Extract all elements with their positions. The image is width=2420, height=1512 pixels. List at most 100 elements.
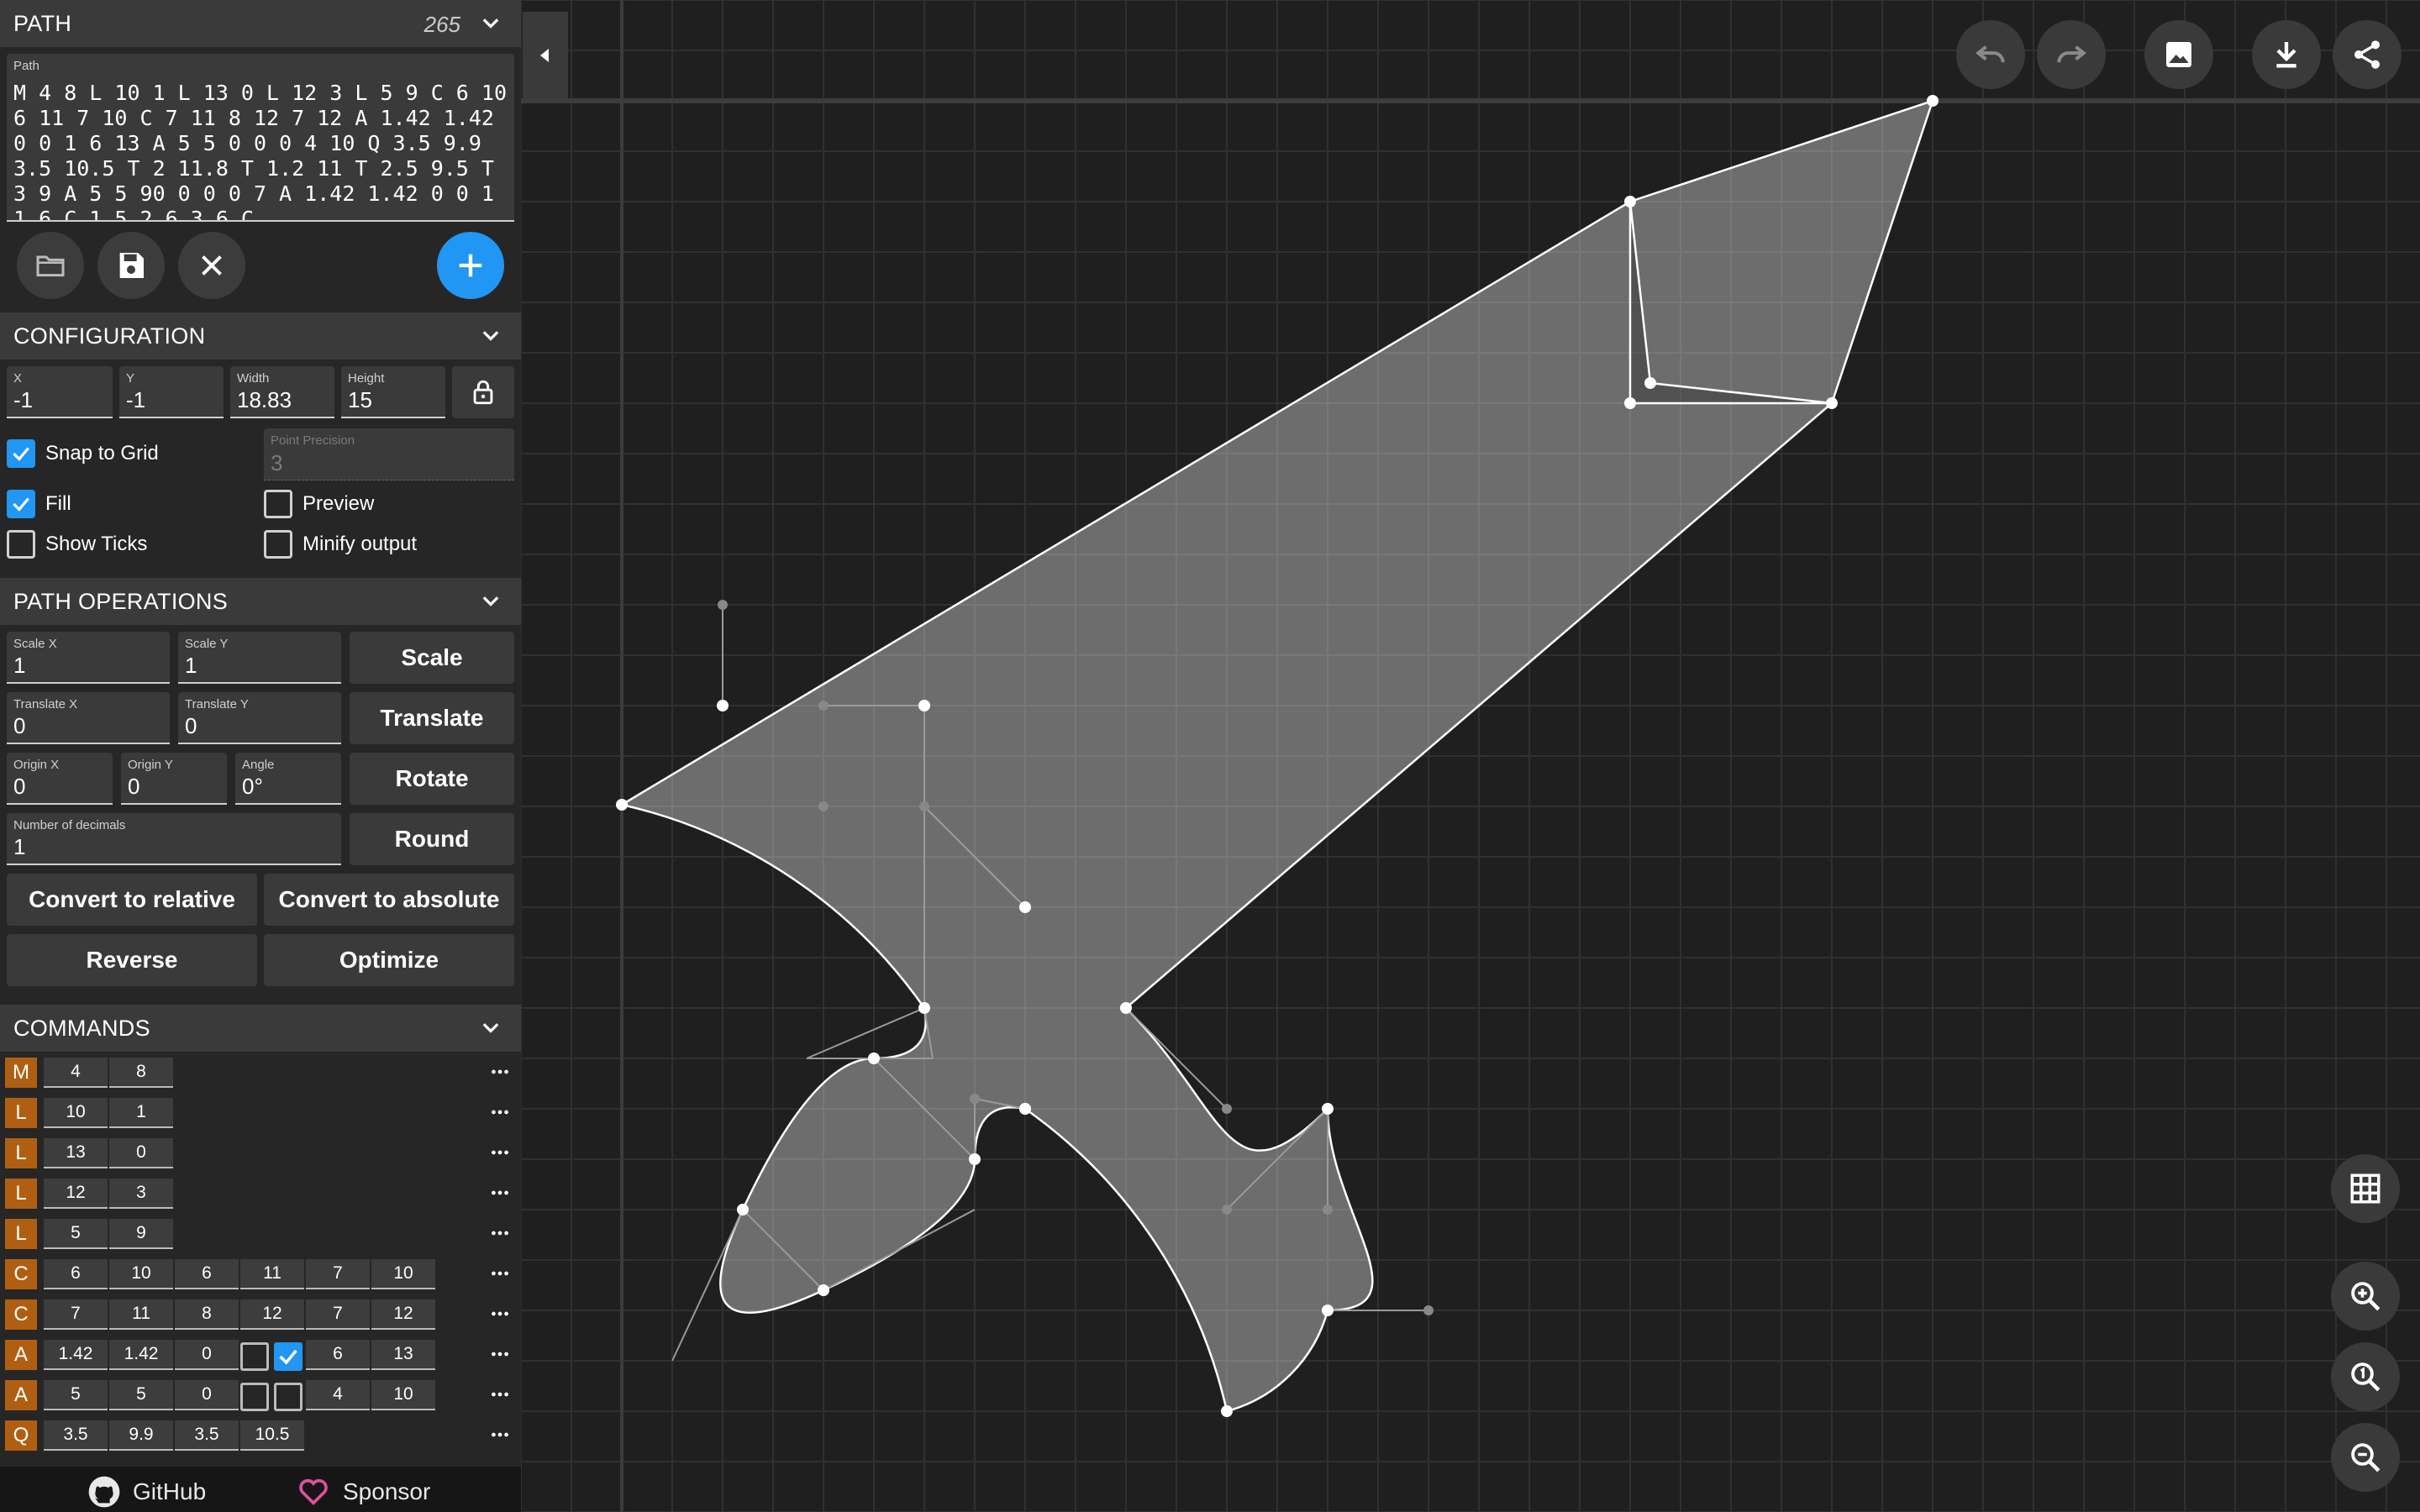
toggle-grid-button[interactable] bbox=[2331, 1154, 2400, 1223]
command-value[interactable]: 8 bbox=[109, 1058, 173, 1088]
command-value[interactable]: 3 bbox=[109, 1179, 173, 1209]
more-options-icon[interactable] bbox=[489, 1423, 511, 1446]
command-value[interactable]: 13 bbox=[371, 1340, 435, 1370]
aspect-lock-button[interactable] bbox=[452, 366, 514, 418]
command-row[interactable]: C 6 10 6 11 7 10 bbox=[5, 1257, 516, 1290]
zoom-out-button[interactable] bbox=[2331, 1423, 2400, 1492]
command-value[interactable]: 8 bbox=[175, 1299, 239, 1330]
snap-to-grid-checkbox[interactable] bbox=[7, 439, 35, 468]
convert-relative-button[interactable]: Convert to relative bbox=[7, 874, 257, 926]
scale-x-field[interactable]: Scale X 1 bbox=[7, 632, 170, 684]
path-section-header[interactable]: PATH 265 bbox=[0, 0, 521, 47]
share-button[interactable] bbox=[2333, 20, 2402, 89]
command-value[interactable]: 1 bbox=[109, 1098, 173, 1128]
width-field-value[interactable]: 18.83 bbox=[237, 387, 292, 413]
command-value[interactable]: 10 bbox=[44, 1098, 108, 1128]
more-options-icon[interactable] bbox=[489, 1100, 511, 1124]
command-value[interactable]: 5 bbox=[109, 1380, 173, 1410]
command-type[interactable]: C bbox=[5, 1259, 37, 1289]
command-value[interactable]: 7 bbox=[306, 1299, 370, 1330]
more-options-icon[interactable] bbox=[489, 1262, 511, 1285]
operations-section-header[interactable]: PATH OPERATIONS bbox=[0, 578, 521, 625]
scale-x-value[interactable]: 1 bbox=[13, 653, 25, 679]
more-options-icon[interactable] bbox=[489, 1383, 511, 1406]
command-type[interactable]: A bbox=[5, 1380, 37, 1410]
command-type[interactable]: L bbox=[5, 1179, 37, 1209]
editor-canvas[interactable] bbox=[521, 0, 2420, 1512]
save-button[interactable] bbox=[97, 232, 165, 299]
reverse-button[interactable]: Reverse bbox=[7, 934, 257, 986]
optimize-button[interactable]: Optimize bbox=[264, 934, 514, 986]
command-value[interactable]: 6 bbox=[175, 1259, 239, 1289]
command-value[interactable]: 1.42 bbox=[44, 1340, 108, 1370]
background-image-button[interactable] bbox=[2144, 20, 2213, 89]
command-row[interactable]: C 7 11 8 12 7 12 bbox=[5, 1297, 516, 1331]
command-value[interactable]: 10 bbox=[109, 1259, 173, 1289]
height-field-value[interactable]: 15 bbox=[348, 387, 372, 413]
undo-button[interactable] bbox=[1956, 20, 2025, 89]
height-field[interactable]: Height 15 bbox=[341, 366, 445, 418]
command-value[interactable]: 12 bbox=[240, 1299, 304, 1330]
command-type[interactable]: A bbox=[5, 1340, 37, 1370]
command-value[interactable]: 5 bbox=[44, 1219, 108, 1249]
sweep-flag-checkbox[interactable] bbox=[274, 1342, 302, 1371]
translate-x-field[interactable]: Translate X 0 bbox=[7, 692, 170, 744]
show-ticks-checkbox[interactable] bbox=[7, 530, 35, 559]
command-row[interactable]: L 13 0 bbox=[5, 1136, 516, 1169]
command-value[interactable]: 5 bbox=[44, 1380, 108, 1410]
command-value[interactable]: 6 bbox=[306, 1340, 370, 1370]
command-value[interactable]: 10 bbox=[371, 1380, 435, 1410]
angle-field[interactable]: Angle 0° bbox=[235, 753, 341, 805]
command-value[interactable]: 0 bbox=[175, 1380, 239, 1410]
rotate-button[interactable]: Rotate bbox=[350, 753, 514, 805]
github-link[interactable]: GitHub bbox=[87, 1475, 206, 1509]
command-value[interactable]: 3.5 bbox=[175, 1420, 239, 1451]
command-value[interactable]: 11 bbox=[109, 1299, 173, 1330]
command-value[interactable]: 7 bbox=[44, 1299, 108, 1330]
decimals-value[interactable]: 1 bbox=[13, 834, 25, 860]
command-type[interactable]: L bbox=[5, 1219, 37, 1249]
command-row[interactable]: Q 3.5 9.9 3.5 10.5 bbox=[5, 1418, 516, 1452]
y-field-value[interactable]: -1 bbox=[126, 387, 145, 413]
command-type[interactable]: L bbox=[5, 1098, 37, 1128]
collapse-sidebar-button[interactable] bbox=[523, 12, 568, 99]
more-options-icon[interactable] bbox=[489, 1181, 511, 1205]
minify-output-toggle[interactable]: Minify output bbox=[264, 528, 417, 561]
command-value[interactable]: 0 bbox=[109, 1138, 173, 1168]
sponsor-link[interactable]: Sponsor bbox=[296, 1475, 430, 1509]
clear-button[interactable] bbox=[178, 232, 245, 299]
add-path-button[interactable] bbox=[437, 232, 504, 299]
command-value[interactable]: 7 bbox=[306, 1259, 370, 1289]
more-options-icon[interactable] bbox=[489, 1141, 511, 1164]
configuration-section-header[interactable]: CONFIGURATION bbox=[0, 312, 521, 360]
decimals-field[interactable]: Number of decimals 1 bbox=[7, 813, 341, 865]
command-row[interactable]: M48 bbox=[5, 1055, 516, 1089]
more-options-icon[interactable] bbox=[489, 1302, 511, 1326]
preview-toggle[interactable]: Preview bbox=[264, 487, 374, 521]
commands-section-header[interactable]: COMMANDS bbox=[0, 1005, 521, 1052]
fill-checkbox[interactable] bbox=[7, 490, 35, 518]
origin-y-field[interactable]: Origin Y 0 bbox=[121, 753, 227, 805]
command-row[interactable]: L 10 1 bbox=[5, 1095, 516, 1129]
translate-y-field[interactable]: Translate Y 0 bbox=[178, 692, 341, 744]
command-value[interactable]: 9.9 bbox=[109, 1420, 173, 1451]
scale-button[interactable]: Scale bbox=[350, 632, 514, 684]
command-row[interactable]: L59 bbox=[5, 1216, 516, 1250]
width-field[interactable]: Width 18.83 bbox=[230, 366, 334, 418]
translate-x-value[interactable]: 0 bbox=[13, 713, 25, 739]
command-type[interactable]: Q bbox=[5, 1420, 37, 1451]
command-value[interactable]: 0 bbox=[175, 1340, 239, 1370]
path-input[interactable]: Path M 4 8 L 10 1 L 13 0 L 12 3 L 5 9 C … bbox=[7, 54, 514, 222]
command-value[interactable]: 1.42 bbox=[109, 1340, 173, 1370]
x-field-value[interactable]: -1 bbox=[13, 387, 33, 413]
x-field[interactable]: X -1 bbox=[7, 366, 113, 418]
snap-to-grid-toggle[interactable]: Snap to Grid bbox=[7, 437, 159, 470]
zoom-fit-button[interactable] bbox=[2331, 1342, 2400, 1411]
large-arc-flag-checkbox[interactable] bbox=[240, 1383, 269, 1411]
origin-y-value[interactable]: 0 bbox=[128, 774, 139, 800]
zoom-in-button[interactable] bbox=[2331, 1262, 2400, 1331]
command-value[interactable]: 9 bbox=[109, 1219, 173, 1249]
command-value[interactable]: 3.5 bbox=[44, 1420, 108, 1451]
command-row[interactable]: A 5 5 0 4 10 bbox=[5, 1378, 516, 1411]
open-file-button[interactable] bbox=[17, 232, 84, 299]
